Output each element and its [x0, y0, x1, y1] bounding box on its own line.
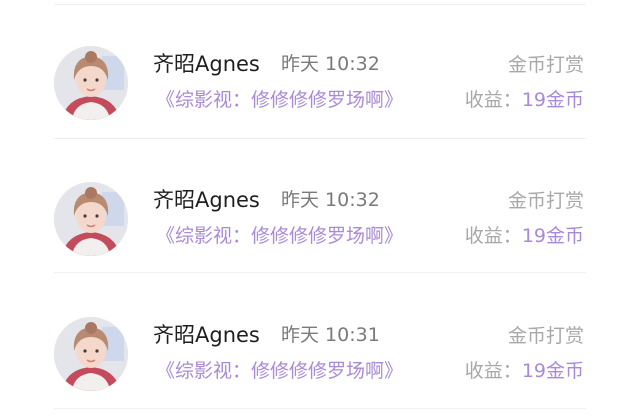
- earnings-label: 收益：: [464, 360, 522, 382]
- timestamp: 昨天 10:32: [281, 189, 380, 211]
- list-item[interactable]: 齐昭Agnes 昨天 10:31 金币打赏 《综影视：修修修修罗场啊》 收益：1…: [0, 311, 640, 411]
- reward-type-label: 金币打赏: [507, 325, 584, 347]
- video-title-link[interactable]: 《综影视：修修修修罗场啊》: [156, 86, 403, 114]
- reward-records-list: 齐昭Agnes 昨天 10:32 金币打赏 《综影视：修修修修罗场啊》 收益：1…: [0, 0, 640, 420]
- video-title-link[interactable]: 《综影视：修修修修罗场啊》: [156, 357, 403, 385]
- video-title-link[interactable]: 《综影视：修修修修罗场啊》: [156, 222, 403, 250]
- divider: [54, 272, 586, 273]
- list-item[interactable]: 齐昭Agnes 昨天 10:32 金币打赏 《综影视：修修修修罗场啊》 收益：1…: [0, 40, 640, 140]
- earnings-value: 19金币: [521, 360, 584, 382]
- earnings-value: 19金币: [521, 225, 584, 247]
- divider: [54, 408, 586, 409]
- divider: [54, 4, 586, 5]
- user-name[interactable]: 齐昭Agnes: [153, 50, 260, 78]
- divider: [54, 138, 586, 139]
- user-name[interactable]: 齐昭Agnes: [153, 321, 260, 349]
- earnings-label: 收益：: [464, 89, 522, 111]
- timestamp: 昨天 10:32: [281, 53, 380, 75]
- earnings: 收益：19金币: [465, 357, 584, 385]
- earnings-value: 19金币: [521, 89, 584, 111]
- user-name[interactable]: 齐昭Agnes: [153, 186, 260, 214]
- list-item[interactable]: 齐昭Agnes 昨天 10:32 金币打赏 《综影视：修修修修罗场啊》 收益：1…: [0, 176, 640, 276]
- user-avatar[interactable]: [54, 46, 128, 120]
- reward-type-label: 金币打赏: [507, 54, 584, 76]
- earnings: 收益：19金币: [465, 222, 584, 250]
- timestamp: 昨天 10:31: [281, 324, 380, 346]
- user-avatar[interactable]: [54, 182, 128, 256]
- earnings-label: 收益：: [464, 225, 522, 247]
- earnings: 收益：19金币: [465, 86, 584, 114]
- reward-type-label: 金币打赏: [507, 190, 584, 212]
- user-avatar[interactable]: [54, 317, 128, 391]
